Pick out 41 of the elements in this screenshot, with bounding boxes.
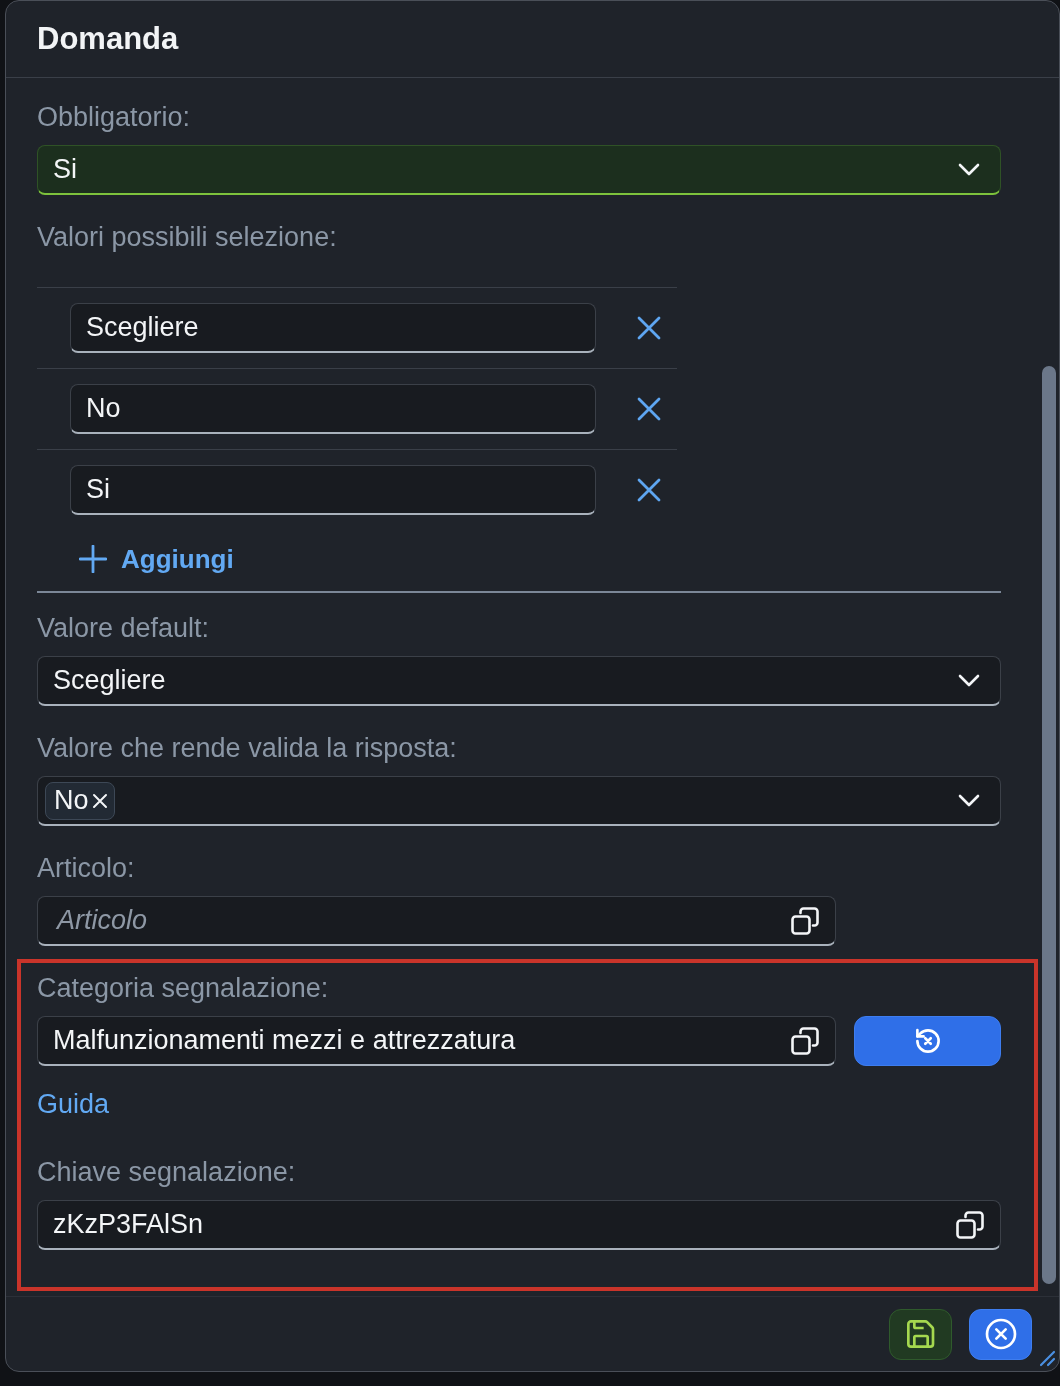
field-label: Articolo:: [37, 853, 135, 883]
remove-button[interactable]: [637, 397, 661, 421]
multi-select-field[interactable]: No: [37, 776, 1001, 826]
field-label: Valori possibili selezione:: [37, 222, 337, 252]
field-label: Valore che rende valida la risposta:: [37, 733, 457, 763]
dialog-title: Domanda: [37, 21, 179, 57]
close-icon: [637, 478, 661, 502]
close-icon: [637, 397, 661, 421]
resize-grip-icon[interactable]: [1038, 1349, 1056, 1367]
plus-icon: [79, 545, 107, 573]
close-button[interactable]: [969, 1308, 1032, 1360]
field-label: Valore default:: [37, 613, 210, 643]
remove-button[interactable]: [637, 478, 661, 502]
field-label: Obbligatorio:: [37, 102, 191, 132]
field-label: Chiave segnalazione:: [37, 1157, 296, 1187]
chevron-down-icon: [958, 163, 980, 176]
close-icon: [637, 316, 661, 340]
input-field[interactable]: Scegliere: [70, 303, 596, 353]
scrollbar-thumb[interactable]: [1042, 366, 1056, 1284]
copy-icon[interactable]: [956, 1210, 984, 1239]
remove-button[interactable]: [637, 316, 661, 340]
input-field[interactable]: No: [70, 384, 596, 434]
close-icon[interactable]: [91, 792, 108, 809]
token-chip[interactable]: No: [45, 781, 115, 820]
input-field[interactable]: Articolo: [37, 896, 836, 946]
close-icon: [984, 1318, 1017, 1350]
chevron-down-icon: [958, 794, 980, 807]
chevron-down-icon: [958, 674, 980, 687]
field-label: Categoria segnalazione:: [37, 973, 329, 1003]
copy-icon[interactable]: [791, 906, 819, 935]
guide-link[interactable]: Guida: [37, 1089, 110, 1119]
copy-icon[interactable]: [791, 1026, 819, 1055]
input-field[interactable]: Malfunzionamenti mezzi e attrezzatura: [37, 1016, 836, 1066]
select-field[interactable]: Si: [37, 145, 1001, 195]
save-button[interactable]: [889, 1308, 952, 1360]
save-icon: [904, 1318, 937, 1350]
input-field[interactable]: Si: [70, 465, 596, 515]
add-button[interactable]: Aggiungi: [79, 539, 234, 579]
input-field[interactable]: zKzP3FAlSn: [37, 1200, 1001, 1250]
reset-button[interactable]: [854, 1016, 1001, 1066]
select-field[interactable]: Scegliere: [37, 656, 1001, 706]
